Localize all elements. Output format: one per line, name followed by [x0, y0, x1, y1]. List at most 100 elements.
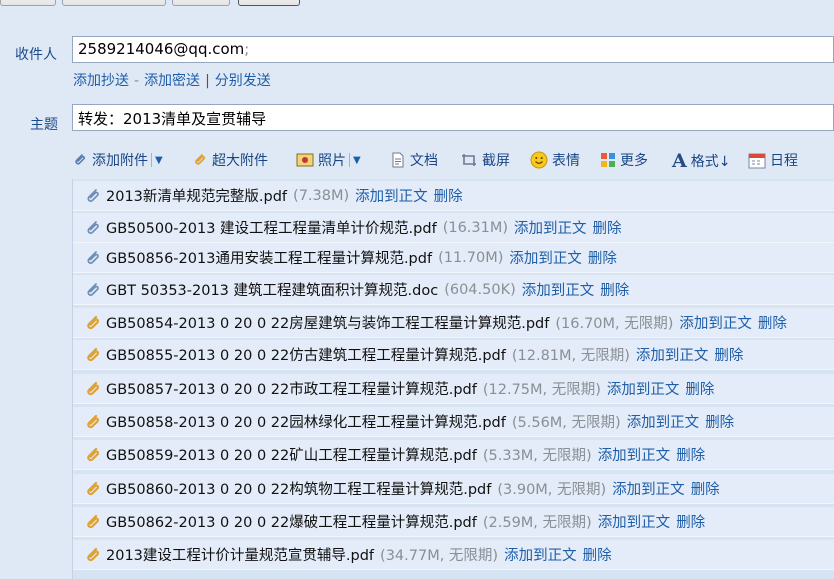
subject-label: 主题	[30, 117, 58, 133]
delete-attachment-link[interactable]: 删除	[434, 185, 463, 206]
large-attachment-label: 超大附件	[212, 153, 268, 169]
add-to-body-link[interactable]: 添加到正文	[598, 444, 671, 465]
attachment-filename: 2013建设工程计价计量规范宣贯辅导.pdf	[106, 548, 375, 564]
attachment-filename: GB50500-2013 建设工程工程量清单计价规范.pdf	[106, 221, 437, 237]
large-paperclip-icon	[195, 154, 206, 165]
schedule-button[interactable]: 日程	[748, 150, 798, 170]
add-cc-link[interactable]: 添加抄送	[73, 73, 129, 89]
subject-input[interactable]: 转发：2013清单及宣贯辅导	[72, 104, 834, 131]
grid-icon	[601, 153, 615, 167]
attachment-row: GB50862-2013 0 20 0 22爆破工程工程量计算规范.pdf (2.…	[73, 507, 834, 537]
paperclip-icon	[87, 250, 99, 264]
paperclip-icon	[87, 315, 99, 329]
separate-send-link[interactable]: 分别发送	[215, 73, 271, 89]
attachment-row: GB50858-2013 0 20 0 22园林绿化工程工程量计算规范.pdf (…	[73, 407, 834, 437]
delete-attachment-link[interactable]: 删除	[705, 411, 734, 432]
document-icon	[392, 152, 404, 168]
attachment-size: (16.31M)	[442, 219, 509, 236]
attachment-filename: GBT 50353-2013 建筑工程建筑面积计算规范.doc	[106, 283, 439, 299]
attachment-filename: 2013新清单规范完整版.pdf	[106, 189, 288, 205]
add-to-body-link[interactable]: 添加到正文	[504, 544, 577, 565]
attachment-list: 2013新清单规范完整版.pdf (7.38M) 添加到正文 删除 GB50500-20…	[72, 179, 834, 579]
add-to-body-link[interactable]: 添加到正文	[607, 378, 680, 399]
delete-attachment-link[interactable]: 删除	[593, 217, 622, 238]
add-to-body-link[interactable]: 添加到正文	[598, 511, 671, 532]
large-attachment-button[interactable]: 超大附件	[192, 150, 268, 170]
delete-attachment-link[interactable]: 删除	[600, 279, 629, 300]
delete-attachment-link[interactable]: 删除	[676, 444, 705, 465]
delete-attachment-link[interactable]: 删除	[685, 378, 714, 399]
paperclip-icon	[87, 188, 99, 202]
link-dash: -	[134, 73, 140, 89]
link-pipe: |	[205, 73, 210, 89]
attachment-toolbar: 添加附件 ▼ 超大附件 照片 ▼ 文档 截屏 表情 更多 A 格式↓ 日程	[72, 148, 834, 174]
attachment-row: 2013建设工程计价计量规范宣贯辅导.pdf (34.77M, 无限期) 添加到正文…	[73, 540, 834, 570]
format-label: 格式↓	[690, 154, 731, 170]
add-to-body-link[interactable]: 添加到正文	[514, 217, 587, 238]
photo-label: 照片	[318, 153, 346, 169]
delete-attachment-link[interactable]: 删除	[758, 312, 787, 333]
toolbar-separator	[151, 153, 152, 167]
attachment-filename: GB50862-2013 0 20 0 22爆破工程工程量计算规范.pdf	[106, 515, 477, 531]
delete-attachment-link[interactable]: 删除	[583, 544, 612, 565]
save-draft-button[interactable]	[172, 0, 230, 6]
recipient-label: 收件人	[15, 47, 57, 63]
attachment-size: (2.59M, 无限期)	[482, 515, 592, 531]
scheduled-send-button[interactable]	[62, 0, 166, 6]
paperclip-icon	[87, 547, 99, 561]
attachment-size: (604.50K)	[444, 281, 516, 298]
schedule-label: 日程	[770, 153, 798, 169]
document-label: 文档	[410, 153, 438, 169]
add-to-body-link[interactable]: 添加到正文	[679, 312, 752, 333]
attachment-size: (7.38M)	[293, 187, 350, 204]
recipient-links: 添加抄送 - 添加密送 | 分别发送	[73, 70, 271, 90]
attachment-size: (5.56M, 无限期)	[511, 415, 621, 431]
attachment-filename: GB50857-2013 0 20 0 22市政工程工程量计算规范.pdf	[106, 382, 477, 398]
delete-attachment-link[interactable]: 删除	[691, 478, 720, 499]
paperclip-icon	[87, 347, 99, 361]
chevron-down-icon[interactable]: ▼	[155, 155, 163, 166]
attachment-row: GB50855-2013 0 20 0 22仿古建筑工程工程量计算规范.pdf (…	[73, 340, 834, 370]
attachment-filename: GB50860-2013 0 20 0 22构筑物工程工程量计算规范.pdf	[106, 482, 492, 498]
add-bcc-link[interactable]: 添加密送	[144, 73, 200, 89]
attachment-row: GB50500-2013 建设工程工程量清单计价规范.pdf (16.31M) 添加…	[73, 213, 834, 243]
add-to-body-link[interactable]: 添加到正文	[612, 478, 685, 499]
add-to-body-link[interactable]: 添加到正文	[509, 247, 582, 268]
format-button[interactable]: A 格式↓	[672, 150, 730, 172]
emoji-label: 表情	[552, 153, 580, 169]
attachment-row: GB50859-2013 0 20 0 22矿山工程工程量计算规范.pdf (5.…	[73, 440, 834, 470]
photo-icon	[296, 153, 314, 167]
delete-attachment-link[interactable]: 删除	[676, 511, 705, 532]
add-attachment-button[interactable]: 添加附件 ▼	[72, 150, 163, 170]
attachment-row: GB50860-2013 0 20 0 22构筑物工程工程量计算规范.pdf (3…	[73, 474, 834, 504]
add-to-body-link[interactable]: 添加到正文	[355, 185, 428, 206]
attachment-row: GBT 50353-2013 建筑工程建筑面积计算规范.doc (604.50K)…	[73, 275, 834, 305]
add-to-body-link[interactable]: 添加到正文	[522, 279, 595, 300]
top-action-bar	[0, 0, 834, 10]
attachment-row: GB50857-2013 0 20 0 22市政工程工程量计算规范.pdf (12…	[73, 374, 834, 404]
attachment-row: GB50854-2013 0 20 0 22房屋建筑与装饰工程工程量计算规范.p…	[73, 308, 834, 338]
document-button[interactable]: 文档	[390, 150, 438, 170]
emoji-button[interactable]: 表情	[530, 150, 580, 170]
more-label: 更多	[620, 153, 648, 169]
add-to-body-link[interactable]: 添加到正文	[627, 411, 700, 432]
recipient-separator: ;	[244, 40, 250, 58]
screenshot-button[interactable]: 截屏	[460, 150, 510, 170]
attachment-filename: GB50856-2013通用安装工程工程量计算规范.pdf	[106, 251, 433, 267]
recipient-address: 2589214046@qq.com	[78, 40, 245, 58]
attachment-filename: GB50858-2013 0 20 0 22园林绿化工程工程量计算规范.pdf	[106, 415, 506, 431]
paperclip-icon	[87, 514, 99, 528]
paperclip-icon	[87, 381, 99, 395]
delete-attachment-link[interactable]: 删除	[588, 247, 617, 268]
paperclip-icon	[87, 414, 99, 428]
calendar-icon	[748, 153, 766, 169]
paperclip-icon	[87, 220, 99, 234]
photo-button[interactable]: 照片 ▼	[296, 150, 361, 170]
delete-attachment-link[interactable]: 删除	[714, 344, 743, 365]
recipient-input[interactable]: 2589214046@qq.com;	[72, 36, 834, 63]
chevron-down-icon[interactable]: ▼	[353, 155, 361, 166]
close-button[interactable]	[238, 0, 300, 6]
more-button[interactable]: 更多	[600, 150, 648, 170]
add-to-body-link[interactable]: 添加到正文	[636, 344, 709, 365]
send-button[interactable]	[0, 0, 56, 6]
